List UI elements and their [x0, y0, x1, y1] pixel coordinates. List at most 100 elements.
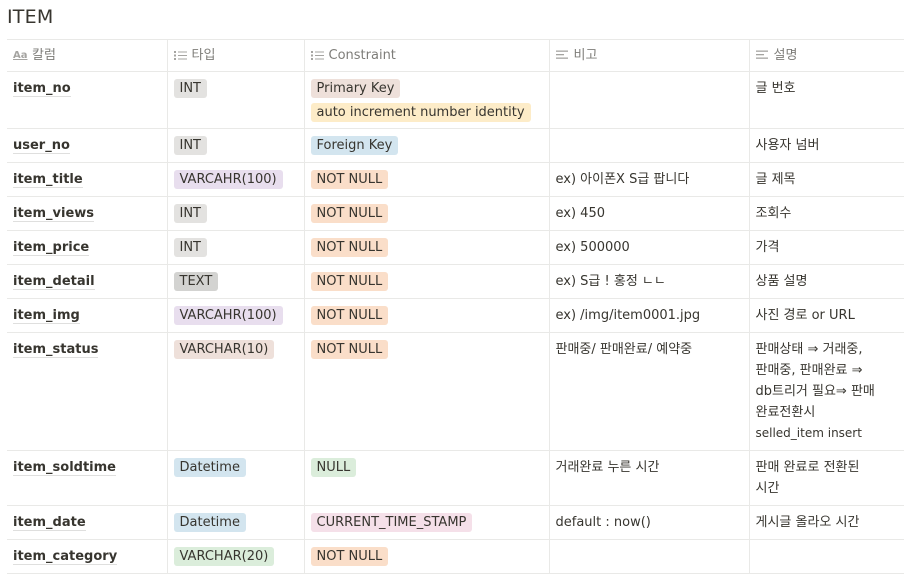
- cell-constraint[interactable]: NOT NULL: [304, 298, 550, 333]
- description-line: 판매중, 판매완료 ⇒: [755, 363, 863, 378]
- cell-description[interactable]: 사진 경로 or URL: [749, 298, 904, 333]
- constraint-tag: NOT NULL: [310, 170, 389, 189]
- cell-constraint[interactable]: NOT NULL: [304, 196, 550, 231]
- table-row[interactable]: item_date Datetime CURRENT_TIME_STAMP defau…: [7, 505, 904, 540]
- cell-description[interactable]: 조회수: [749, 196, 904, 231]
- constraint-tag: NOT NULL: [310, 306, 389, 325]
- remark-text: ex) 500000: [555, 240, 630, 255]
- table-row[interactable]: item_no INT Primary Key auto increment numb…: [7, 71, 904, 129]
- cell-type[interactable]: VARCAHR(100): [167, 298, 305, 333]
- type-tag: Datetime: [173, 513, 246, 532]
- cell-column-name[interactable]: item_status: [7, 332, 168, 451]
- cell-constraint[interactable]: NOT NULL: [304, 264, 550, 299]
- table-row[interactable]: item_category VARCHAR(20) NOT NULL: [7, 539, 904, 574]
- constraint-tags: NOT NULL: [310, 237, 543, 257]
- cell-remark[interactable]: [549, 128, 750, 163]
- cell-type[interactable]: INT: [167, 196, 305, 231]
- cell-column-name[interactable]: item_detail: [7, 264, 168, 299]
- constraint-tag: NOT NULL: [310, 238, 389, 257]
- cell-type[interactable]: INT: [167, 230, 305, 265]
- table-row[interactable]: item_soldtime Datetime NULL 거래완료 누른 시간 판매 완료…: [7, 450, 904, 506]
- cell-remark[interactable]: 판매중/ 판매완료/ 예약중: [549, 332, 750, 451]
- description-text: 사진 경로 or URL: [755, 308, 855, 323]
- description-text: 글 번호: [755, 81, 796, 96]
- constraint-tags: NOT NULL: [310, 339, 543, 359]
- column-name-text: item_category: [13, 549, 118, 565]
- cell-description[interactable]: 상품 설명: [749, 264, 904, 299]
- cell-remark[interactable]: [549, 71, 750, 129]
- table-row[interactable]: item_detail TEXT NOT NULL ex) S급 ! 홍정 ㄴㄴ 상품 …: [7, 264, 904, 299]
- cell-remark[interactable]: ex) 500000: [549, 230, 750, 265]
- constraint-tags: NOT NULL: [310, 271, 543, 291]
- column-header-description[interactable]: 설명: [749, 39, 904, 72]
- cell-constraint[interactable]: NOT NULL: [304, 332, 550, 451]
- cell-remark[interactable]: ex) 450: [549, 196, 750, 231]
- cell-type[interactable]: VARCHAR(10): [167, 332, 305, 451]
- type-tag: INT: [173, 238, 207, 257]
- cell-constraint[interactable]: NOT NULL: [304, 230, 550, 265]
- cell-description[interactable]: 판매상태 ⇒ 거래중, 판매중, 판매완료 ⇒ db트리거 필요⇒ 판매 완료전환시 s…: [749, 332, 904, 451]
- cell-column-name[interactable]: user_no: [7, 128, 168, 163]
- cell-column-name[interactable]: item_title: [7, 162, 168, 197]
- cell-column-name[interactable]: item_img: [7, 298, 168, 333]
- table-row[interactable]: item_views INT NOT NULL ex) 450 조회수: [7, 196, 904, 231]
- table-row[interactable]: item_price INT NOT NULL ex) 500000 가격: [7, 230, 904, 265]
- cell-constraint[interactable]: Foreign Key: [304, 128, 550, 163]
- cell-remark[interactable]: ex) 아이폰X S급 팝니다: [549, 162, 750, 197]
- column-header-remark[interactable]: 비고: [549, 39, 750, 72]
- column-header-label: 비고: [573, 48, 598, 63]
- cell-constraint[interactable]: NOT NULL: [304, 162, 550, 197]
- cell-column-name[interactable]: item_soldtime: [7, 450, 168, 506]
- column-header-constraint[interactable]: Constraint: [304, 39, 550, 72]
- cell-constraint[interactable]: Primary Key auto increment number identit…: [304, 71, 550, 129]
- cell-constraint[interactable]: NULL: [304, 450, 550, 506]
- constraint-tag: NULL: [310, 458, 357, 477]
- column-name-text: item_status: [13, 342, 99, 358]
- cell-description[interactable]: 가격: [749, 230, 904, 265]
- cell-column-name[interactable]: item_category: [7, 539, 168, 574]
- cell-remark[interactable]: default : now(): [549, 505, 750, 540]
- constraint-tags: CURRENT_TIME_STAMP: [310, 512, 543, 532]
- cell-type[interactable]: VARCHAR(20): [167, 539, 305, 574]
- type-tag: TEXT: [173, 272, 219, 291]
- constraint-tags: NOT NULL: [310, 305, 543, 325]
- constraint-tag: Primary Key: [310, 79, 401, 98]
- cell-remark[interactable]: 거래완료 누른 시간: [549, 450, 750, 506]
- cell-description[interactable]: 게시글 올라오 시간: [749, 505, 904, 540]
- cell-type[interactable]: Datetime: [167, 505, 305, 540]
- cell-description[interactable]: 글 제목: [749, 162, 904, 197]
- column-header-type[interactable]: 타입: [167, 39, 305, 72]
- cell-column-name[interactable]: item_views: [7, 196, 168, 231]
- cell-constraint[interactable]: CURRENT_TIME_STAMP: [304, 505, 550, 540]
- cell-description[interactable]: [749, 539, 904, 574]
- description-line: db트리거 필요⇒ 판매: [755, 384, 875, 399]
- cell-description[interactable]: 사용자 넘버: [749, 128, 904, 163]
- cell-remark[interactable]: [549, 539, 750, 574]
- cell-type[interactable]: TEXT: [167, 264, 305, 299]
- cell-column-name[interactable]: item_date: [7, 505, 168, 540]
- constraint-tag: NOT NULL: [310, 272, 389, 291]
- column-header-column[interactable]: Aa 칼럼: [7, 39, 168, 72]
- cell-description[interactable]: 판매 완료로 전환된 시간: [749, 450, 904, 506]
- text-lines-icon: [555, 50, 568, 59]
- cell-type[interactable]: Datetime: [167, 450, 305, 506]
- cell-remark[interactable]: ex) /img/item0001.jpg: [549, 298, 750, 333]
- cell-description[interactable]: 글 번호: [749, 71, 904, 129]
- table-row[interactable]: item_title VARCAHR(100) NOT NULL ex) 아이폰X S…: [7, 162, 904, 197]
- cell-remark[interactable]: ex) S급 ! 홍정 ㄴㄴ: [549, 264, 750, 299]
- table-row[interactable]: user_no INT Foreign Key 사용자 넘버: [7, 128, 904, 163]
- remark-text: ex) 아이폰X S급 팝니다: [555, 172, 690, 187]
- column-header-label: 타입: [191, 48, 216, 63]
- cell-column-name[interactable]: item_no: [7, 71, 168, 129]
- column-name-text: item_date: [13, 515, 86, 531]
- cell-constraint[interactable]: NOT NULL: [304, 539, 550, 574]
- type-tag: Datetime: [173, 458, 246, 477]
- cell-type[interactable]: INT: [167, 128, 305, 163]
- cell-type[interactable]: INT: [167, 71, 305, 129]
- database-table: Aa 칼럼 타입 Constraint 비고 설명 item_no INT Pr…: [7, 39, 904, 574]
- description-text: 상품 설명: [755, 274, 808, 289]
- cell-type[interactable]: VARCAHR(100): [167, 162, 305, 197]
- table-row[interactable]: item_status VARCHAR(10) NOT NULL 판매중/ 판매완료/…: [7, 332, 904, 451]
- cell-column-name[interactable]: item_price: [7, 230, 168, 265]
- table-row[interactable]: item_img VARCAHR(100) NOT NULL ex) /img/ite…: [7, 298, 904, 333]
